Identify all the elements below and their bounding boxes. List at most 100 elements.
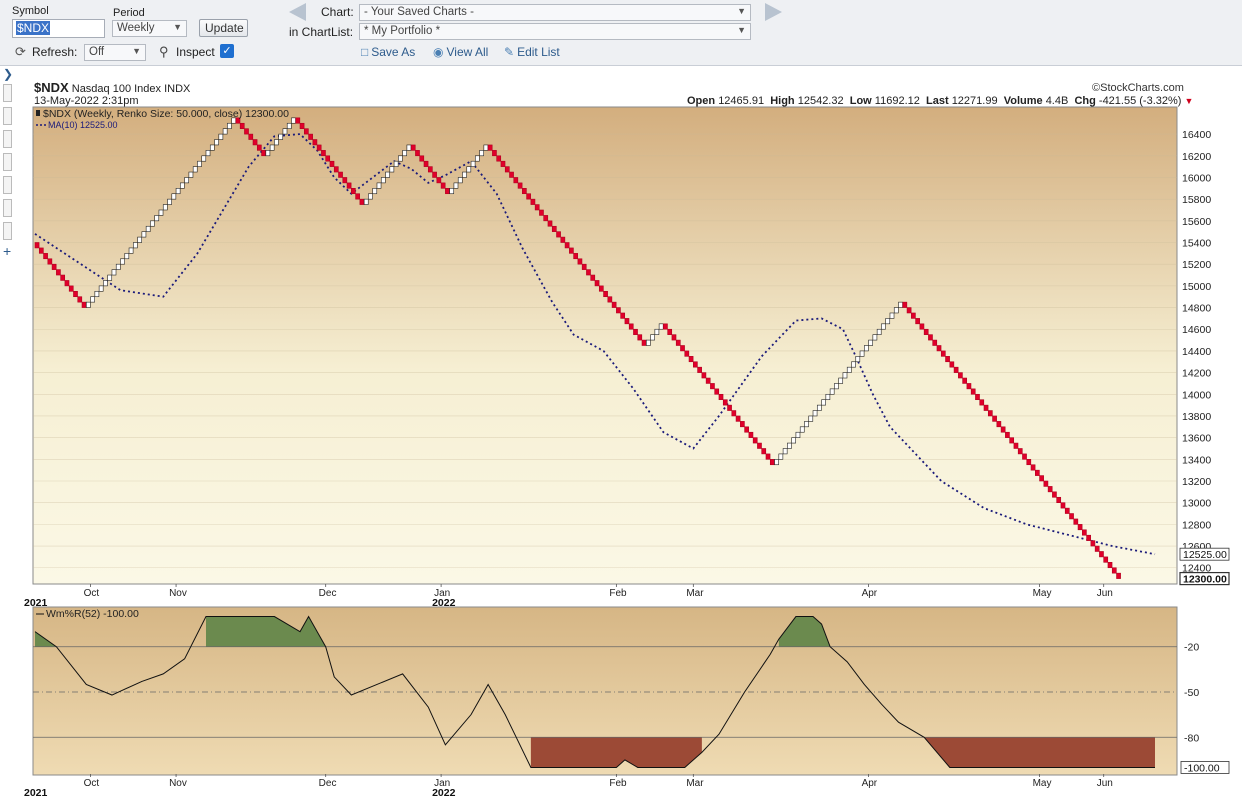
renko-down-brick [1009,437,1015,444]
oversold-fill [924,737,1155,768]
renko-up-brick [385,171,390,178]
renko-down-brick [1111,567,1117,574]
renko-up-brick [201,155,207,162]
renko-up-brick [645,339,651,346]
williams-r-legend-title: Wm%R(52) -100.00 [46,608,139,620]
renko-up-brick [782,448,788,455]
renko-down-brick [769,459,775,466]
renko-up-brick [791,437,797,444]
renko-up-brick [872,334,878,341]
renko-up-brick [282,128,288,135]
price-tick-label: 14000 [1182,389,1211,401]
renko-up-brick [799,426,805,433]
renko-up-brick [278,133,284,140]
renko-down-brick [992,415,997,422]
renko-down-brick [1073,518,1079,525]
renko-down-brick [68,285,74,292]
renko-up-brick [286,122,292,129]
renko-down-brick [1005,431,1010,438]
renko-up-brick [291,117,296,124]
renko-up-brick [876,328,882,335]
renko-down-brick [1082,529,1087,536]
renko-up-brick [393,160,399,167]
renko-up-brick [808,415,814,422]
x-tick-label: Apr [862,778,878,789]
renko-down-brick [569,247,574,254]
renko-down-brick [1030,464,1036,471]
renko-down-brick [440,182,446,189]
year-label: 2021 [24,787,48,799]
renko-down-brick [492,150,497,157]
renko-down-brick [761,448,767,455]
renko-down-brick [598,285,604,292]
chart-canvas[interactable]: 1240012600128001300013200134001360013800… [0,0,1242,800]
renko-down-brick [256,144,262,151]
price-tick-label: 13200 [1182,476,1211,488]
renko-down-brick [547,220,553,227]
renko-down-brick [607,296,613,303]
renko-down-brick [60,274,66,281]
renko-down-brick [970,388,976,395]
renko-down-brick [675,339,681,346]
renko-up-brick [868,339,873,346]
renko-up-brick [111,269,117,276]
x-tick-label: Dec [319,778,337,789]
renko-up-brick [94,290,100,298]
renko-down-brick [586,269,591,276]
renko-up-brick [821,399,826,406]
renko-down-brick [244,128,249,135]
renko-down-brick [252,139,258,146]
renko-down-brick [338,171,343,178]
renko-down-brick [513,177,519,184]
renko-down-brick [744,426,749,433]
renko-up-brick [470,160,476,167]
renko-down-brick [752,437,758,444]
renko-down-brick [1052,491,1057,498]
renko-down-brick [1035,469,1040,476]
renko-down-brick [603,290,608,298]
indicator-tick-label: -20 [1184,642,1199,654]
renko-down-brick [693,361,698,368]
renko-up-brick [171,193,177,200]
renko-down-brick [517,182,523,189]
renko-down-brick [342,177,348,184]
renko-down-brick [611,301,617,308]
renko-up-brick [812,410,818,417]
renko-down-brick [1064,507,1070,514]
renko-down-brick [701,372,707,379]
overbought-fill [205,616,326,647]
renko-down-brick [248,133,254,140]
price-tick-label: 16400 [1182,129,1211,141]
renko-up-brick [376,182,382,189]
renko-up-brick [120,258,125,265]
renko-down-brick [415,150,420,157]
renko-up-brick [150,220,155,227]
renko-down-brick [667,328,673,335]
renko-down-brick [573,253,578,260]
renko-up-brick [864,345,869,352]
indicator-last-value-label: -100.00 [1184,762,1220,774]
renko-down-brick [740,421,745,428]
renko-down-brick [624,318,630,325]
renko-up-brick [167,198,172,205]
renko-down-brick [543,215,549,222]
renko-down-brick [748,431,754,438]
renko-down-brick [1039,475,1044,482]
price-axis: 1240012600128001300013200134001360013800… [1182,129,1211,575]
price-tick-label: 15400 [1182,238,1211,250]
renko-down-brick [697,366,702,373]
renko-down-brick [304,128,309,135]
indicator-tick-label: -50 [1184,687,1199,699]
price-tick-label: 14200 [1182,368,1211,380]
renko-down-brick [919,323,925,330]
renko-down-brick [945,356,950,363]
renko-down-brick [671,334,677,341]
renko-down-brick [765,453,771,460]
renko-down-brick [496,155,502,162]
renko-up-brick [103,280,108,287]
x-tick-label: May [1033,778,1052,789]
renko-up-brick [778,453,784,460]
renko-up-brick [406,144,412,151]
renko-up-brick [457,177,463,184]
price-x-axis: Oct Nov Dec Jan Feb Mar Apr May Jun2021 2022 [24,584,1113,609]
